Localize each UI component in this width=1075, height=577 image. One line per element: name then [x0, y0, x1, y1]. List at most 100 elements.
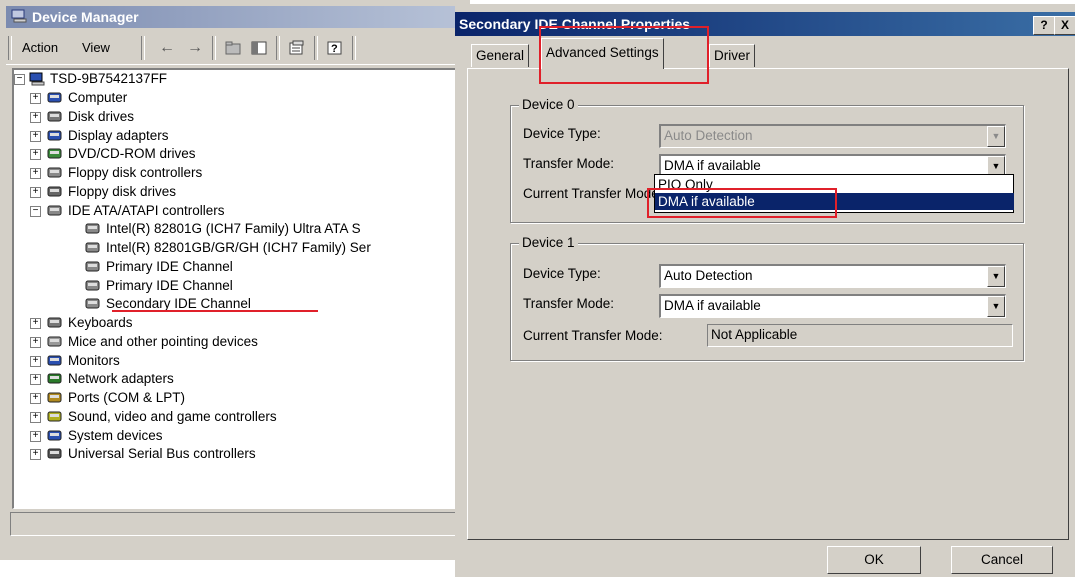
tree-item-label: System devices [68, 427, 163, 443]
selection-underline [112, 310, 318, 312]
device1-current-field: Not Applicable [707, 324, 1013, 347]
expand-icon[interactable]: + [30, 336, 41, 348]
expand-icon[interactable]: + [30, 130, 41, 142]
tree-item-label: Universal Serial Bus controllers [68, 446, 256, 462]
controller-icon [84, 279, 102, 293]
up-folder-icon[interactable] [222, 38, 244, 58]
status-bar [10, 512, 470, 536]
tree-item-label: Display adapters [68, 127, 169, 143]
expand-icon[interactable]: + [30, 186, 41, 198]
expand-icon[interactable]: + [30, 168, 41, 179]
toolbar: Action View ← → ? [6, 32, 470, 65]
tree-item-label: DVD/CD-ROM drives [68, 146, 196, 162]
forward-arrow-icon[interactable]: → [184, 38, 206, 58]
device0-legend: Device 0 [519, 97, 578, 112]
device1-type-label: Device Type: [523, 266, 601, 281]
tree-item-label: Keyboards [68, 315, 133, 330]
disk-drive-icon [46, 110, 64, 124]
tree-item-label: Ports (COM & LPT) [68, 390, 186, 405]
dialog-title: Secondary IDE Channel Properties [459, 16, 691, 32]
cancel-button[interactable]: Cancel [951, 546, 1053, 574]
device1-type-value: Auto Detection [664, 268, 753, 283]
properties-icon[interactable] [286, 38, 308, 58]
menu-action[interactable]: Action [22, 40, 58, 55]
computer-icon [11, 9, 27, 23]
expand-icon[interactable]: + [30, 449, 41, 461]
expand-icon[interactable]: + [30, 393, 41, 404]
display-adapter-icon [46, 129, 64, 143]
expand-icon[interactable]: + [30, 374, 41, 386]
expand-icon[interactable]: + [30, 430, 41, 442]
tree-item-label: IDE ATA/ATAPI controllers [68, 202, 225, 218]
tab-driver[interactable]: Driver [709, 44, 755, 67]
expand-icon[interactable]: + [30, 93, 41, 104]
dialog-titlebar[interactable]: Secondary IDE Channel Properties ? X [455, 12, 1075, 36]
device1-transfer-select[interactable]: DMA if available ▼ [659, 294, 1006, 318]
tree-item-label: Monitors [68, 352, 120, 368]
controller-icon [84, 222, 102, 236]
floppy-icon [46, 185, 64, 199]
controller-icon [84, 260, 102, 274]
toolbar-separator [314, 36, 318, 60]
collapse-icon[interactable]: − [30, 205, 41, 217]
tree-item-label: Disk drives [68, 108, 135, 124]
device1-type-select[interactable]: Auto Detection ▼ [659, 264, 1006, 288]
expand-icon[interactable]: + [30, 111, 41, 123]
device1-transfer-label: Transfer Mode: [523, 296, 615, 311]
help-button[interactable]: ? [1033, 16, 1055, 35]
device1-current-label: Current Transfer Mode: [523, 328, 663, 343]
device1-transfer-value: DMA if available [664, 298, 761, 313]
tree-item-label: Primary IDE Channel [106, 277, 233, 293]
help-icon[interactable]: ? [324, 38, 346, 58]
tree-item-label: Mice and other pointing devices [68, 333, 258, 349]
dropdown-option-dma[interactable]: DMA if available [655, 193, 1014, 210]
expand-icon[interactable]: + [30, 411, 41, 423]
tab-general[interactable]: General [471, 44, 530, 67]
tree-item-label: Primary IDE Channel [106, 258, 233, 274]
tree-item-label: Intel(R) 82801G (ICH7 Family) Ultra ATA … [106, 221, 361, 237]
advanced-settings-panel: Device 0 Device Type: Auto Detection ▼ T… [467, 68, 1069, 540]
tree-item-label: Computer [68, 90, 128, 105]
expand-icon[interactable]: + [30, 318, 41, 329]
chevron-down-icon[interactable]: ▼ [987, 266, 1005, 287]
controller-icon [46, 166, 64, 180]
device0-type-select: Auto Detection ▼ [659, 124, 1006, 148]
tree-item-label: Network adapters [68, 371, 174, 387]
menu-view[interactable]: View [82, 40, 110, 55]
tree-item-label: Sound, video and game controllers [68, 408, 277, 424]
device0-type-value: Auto Detection [664, 128, 753, 143]
window-title: Device Manager [32, 9, 139, 25]
chevron-down-icon: ▼ [987, 126, 1005, 147]
toolbar-separator [141, 36, 145, 60]
tree-root-label: TSD-9B7542137FF [50, 71, 168, 86]
toolbar-separator [212, 36, 216, 60]
device-tree[interactable]: − TSD-9B7542137FF + Computer + Disk drives +… [12, 68, 471, 509]
dropdown-option-pio-only[interactable]: PIO Only [655, 176, 1014, 193]
tree-item-label: Intel(R) 82801GB/GR/GH (ICH7 Family) Ser [106, 240, 371, 255]
close-button[interactable]: X [1054, 16, 1075, 35]
ok-button[interactable]: OK [827, 546, 921, 574]
toolbar-separator [276, 36, 280, 60]
transfer-mode-dropdown-list[interactable]: PIO Only DMA if available [654, 174, 1014, 213]
svg-text:?: ? [331, 43, 338, 55]
device0-transfer-value: DMA if available [664, 158, 761, 173]
monitor-icon [46, 354, 64, 368]
show-hide-tree-icon[interactable] [248, 38, 270, 58]
sound-icon [46, 410, 64, 424]
expand-icon[interactable]: + [30, 355, 41, 367]
network-adapter-icon [46, 372, 64, 386]
chevron-down-icon[interactable]: ▼ [987, 296, 1005, 317]
device-manager-titlebar[interactable]: Device Manager [6, 6, 470, 28]
cdrom-icon [46, 147, 64, 161]
tab-advanced-settings[interactable]: Advanced Settings [541, 38, 664, 69]
device0-type-label: Device Type: [523, 126, 601, 141]
system-device-icon [46, 429, 64, 443]
device1-group: Device 1 Device Type: Auto Detection ▼ T… [510, 235, 1024, 361]
computer-icon [29, 72, 45, 86]
back-arrow-icon[interactable]: ← [156, 38, 178, 58]
collapse-icon[interactable]: − [14, 74, 25, 85]
device1-current-value: Not Applicable [711, 327, 798, 342]
toolbar-grip [8, 36, 12, 60]
expand-icon[interactable]: + [30, 149, 41, 161]
toolbar-separator [352, 36, 356, 60]
